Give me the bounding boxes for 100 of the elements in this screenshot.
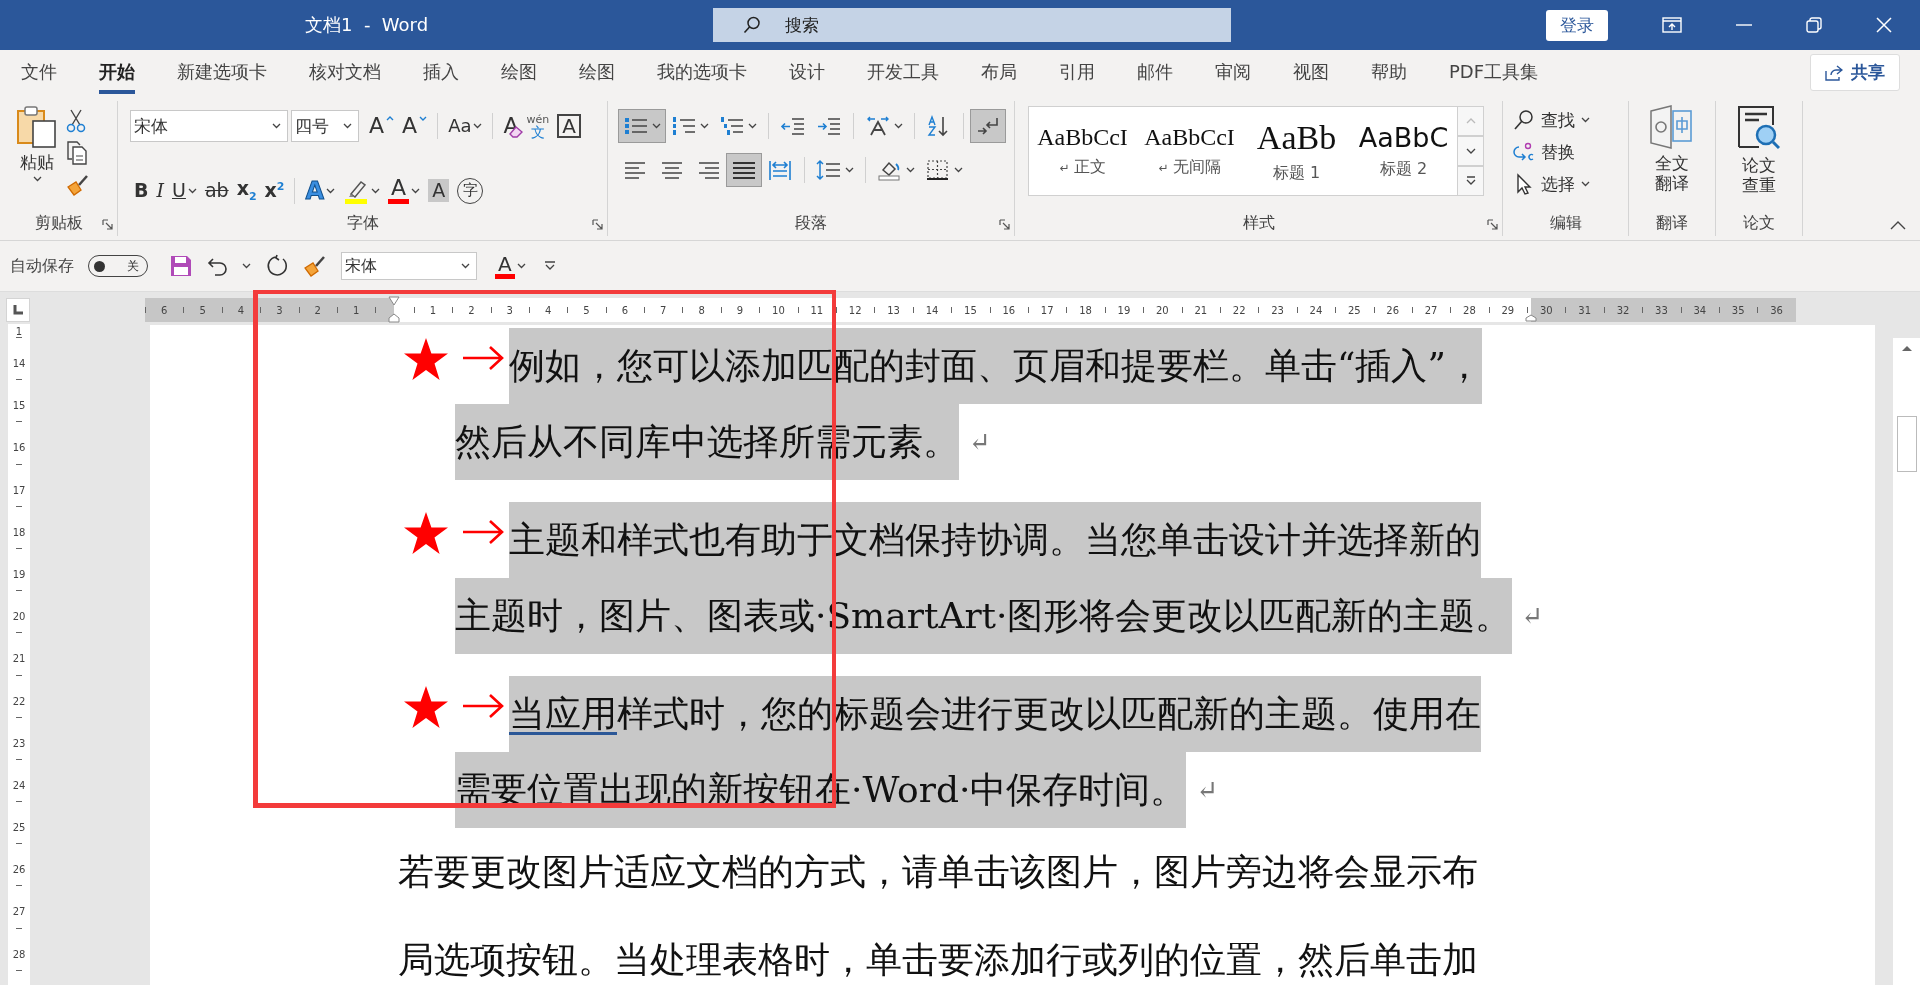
font-name-select[interactable]: 宋体 <box>130 110 288 143</box>
ruler-number: 2 <box>468 304 475 316</box>
ribbon-tab[interactable]: 设计 <box>768 51 846 94</box>
superscript-button[interactable]: x$^{2}$ <box>260 174 289 207</box>
restore-icon[interactable] <box>1806 17 1822 33</box>
ruler-number: 18 <box>1079 304 1092 316</box>
collapse-ribbon-icon[interactable] <box>1890 221 1906 230</box>
line-spacing-icon <box>816 159 842 181</box>
close-icon[interactable] <box>1876 17 1892 33</box>
ribbon-tab[interactable]: 绘图 <box>558 51 636 94</box>
right-indent-icon[interactable] <box>1525 314 1538 322</box>
caret-icon <box>187 187 197 194</box>
dialog-launcher-icon[interactable] <box>592 219 603 230</box>
scissors-icon[interactable] <box>66 109 86 133</box>
plagiarism-check-button[interactable]: 论文查重 <box>1736 101 1782 210</box>
style-item[interactable]: AaBbCcI ↵ 无间隔 <box>1136 107 1243 195</box>
ruler-number: 3 <box>276 304 283 316</box>
show-marks-button[interactable] <box>970 109 1006 143</box>
ruler-number: 14 <box>12 358 26 369</box>
caret-icon <box>845 167 854 173</box>
scroll-up-icon[interactable] <box>1900 344 1913 352</box>
translate-icon <box>1649 105 1695 149</box>
grow-font-button[interactable]: A <box>365 110 399 143</box>
ribbon-tab[interactable]: 新建选项卡 <box>156 51 288 94</box>
redo-icon[interactable] <box>265 254 289 278</box>
ribbon-tab[interactable]: 布局 <box>960 51 1038 94</box>
shrink-font-button[interactable]: A <box>398 110 432 143</box>
ribbon-tab[interactable]: 审阅 <box>1194 51 1272 94</box>
more-button[interactable] <box>1458 166 1484 196</box>
font-color-button[interactable]: A <box>384 174 425 207</box>
change-case-button[interactable]: Aa <box>444 110 487 143</box>
style-item[interactable]: AaBb 标题 1 <box>1243 107 1350 195</box>
tab-stop-selector[interactable] <box>6 298 30 322</box>
caret-icon <box>371 187 381 194</box>
ribbon-tab[interactable]: 绘图 <box>480 51 558 94</box>
undo-icon[interactable] <box>206 255 228 277</box>
caret-icon <box>461 263 470 269</box>
multilevel-list-icon <box>719 115 745 137</box>
ribbon-tab[interactable]: 开始 <box>78 51 156 94</box>
ribbon-tab[interactable]: 文件 <box>0 51 78 94</box>
group-label: 翻译 <box>1656 212 1688 234</box>
subscript-button[interactable]: x$_{2}$ <box>232 174 261 207</box>
font-name-select[interactable]: 宋体 <box>341 252 477 280</box>
format-painter-icon[interactable] <box>66 173 90 197</box>
font-size-select[interactable]: 四号 <box>291 110 359 143</box>
ribbon-tab[interactable]: 插入 <box>402 51 480 94</box>
ribbon-tab[interactable]: 引用 <box>1038 51 1116 94</box>
find-button[interactable]: 查找 <box>1513 105 1628 135</box>
dialog-launcher-icon[interactable] <box>999 219 1010 230</box>
style-item[interactable]: AaBbCcI ↵ 正文 <box>1029 107 1136 195</box>
ruler-number: 1 <box>429 304 437 316</box>
customize-icon[interactable] <box>543 261 556 271</box>
save-icon[interactable] <box>170 255 192 277</box>
indent-marker-icon[interactable] <box>388 296 401 306</box>
italic-button[interactable]: I <box>152 174 168 207</box>
login-button[interactable]: 登录 <box>1546 9 1608 41</box>
ribbon-tab[interactable]: PDF工具集 <box>1428 51 1560 94</box>
window-title: 文档1 - Word <box>304 13 430 37</box>
share-button[interactable]: 共享 <box>1810 54 1900 91</box>
group-label: 编辑 <box>1549 212 1582 234</box>
paragraph-mark: ↵ <box>1196 775 1219 805</box>
underline-button[interactable]: U <box>168 174 201 207</box>
style-item[interactable]: AaBbC 标题 2 <box>1350 107 1457 195</box>
strikethrough-button[interactable]: ab <box>200 174 233 207</box>
scroll-thumb[interactable] <box>1896 416 1917 472</box>
vertical-scrollbar[interactable] <box>1893 338 1920 985</box>
ruler-number: 19 <box>1117 304 1131 316</box>
ribbon-tab[interactable]: 核对文档 <box>288 51 402 94</box>
caret-icon <box>954 167 963 173</box>
ribbon-tab[interactable]: 开发工具 <box>846 51 960 94</box>
translate-button[interactable]: 全文翻译 <box>1649 101 1695 210</box>
caret-icon <box>343 123 352 130</box>
ribbon-tab[interactable]: 邮件 <box>1116 51 1194 94</box>
arrow-icon <box>461 345 505 371</box>
ruler-number: 5 <box>199 304 206 316</box>
ruler-number: 23 <box>12 737 26 749</box>
dialog-launcher-icon[interactable] <box>102 219 113 230</box>
bulleted-list-button[interactable] <box>618 109 666 143</box>
hanging-indent-icon[interactable] <box>388 313 401 323</box>
dialog-launcher-icon[interactable] <box>1487 219 1498 230</box>
ruler-number: 18 <box>12 526 26 538</box>
ruler-number: 26 <box>12 864 26 876</box>
caret-icon <box>516 263 526 269</box>
copy-icon[interactable] <box>66 141 88 165</box>
select-button[interactable]: 选择 <box>1513 169 1628 199</box>
ribbon-tab[interactable]: 我的选项卡 <box>636 51 768 94</box>
decrease-indent-icon <box>780 115 806 137</box>
ribbon-display-icon[interactable] <box>1662 17 1682 33</box>
justify-button[interactable] <box>726 153 762 187</box>
group-label: 字体 <box>346 212 379 234</box>
ribbon-tab[interactable]: 帮助 <box>1350 51 1428 94</box>
replace-button[interactable]: 替换 <box>1513 137 1628 167</box>
bold-button[interactable]: B <box>130 174 153 207</box>
paragraph-text: 局选项按钮。当处理表格时，单击要添加行或列的位置，然后单击加 <box>398 938 1478 982</box>
paste-button[interactable]: 粘贴 <box>16 105 58 191</box>
search-field[interactable]: 搜索 <box>713 8 1231 42</box>
font-color-button[interactable]: A <box>491 250 530 282</box>
phonetic-guide-button[interactable]: wén 文 <box>522 110 554 143</box>
format-painter-icon[interactable] <box>303 254 327 278</box>
ribbon-tab[interactable]: 视图 <box>1272 51 1350 94</box>
